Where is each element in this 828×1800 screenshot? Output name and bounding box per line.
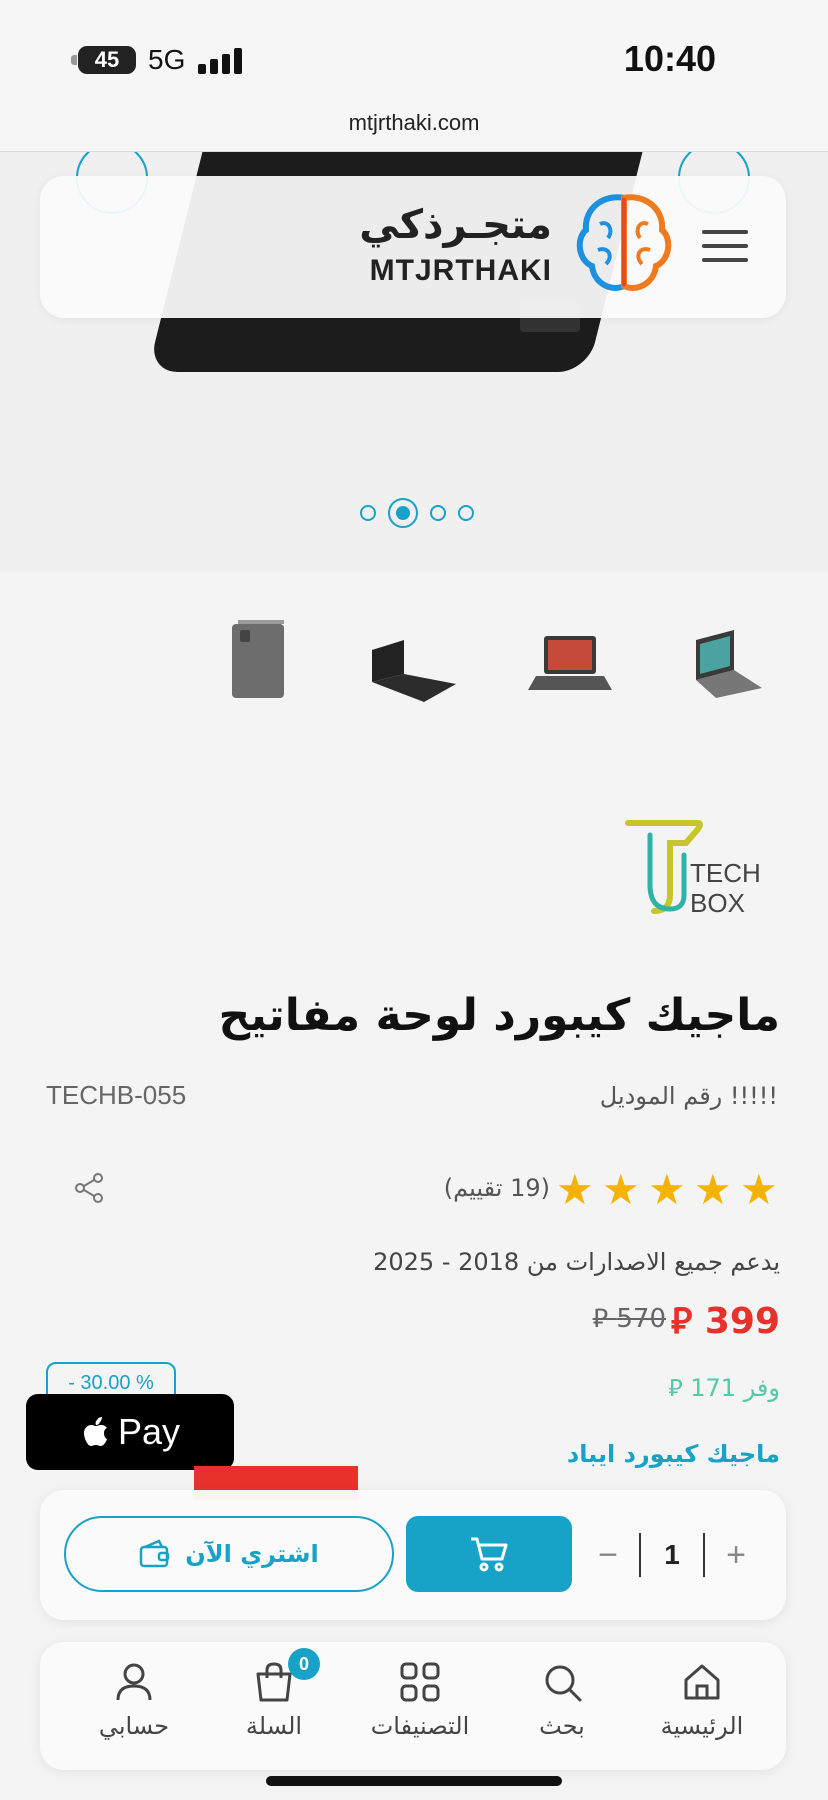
nav-cart[interactable]: 0 السلة	[204, 1648, 344, 1740]
rating-stars[interactable]: ★ ★ ★ ★ ★	[556, 1165, 780, 1214]
quantity-minus-button[interactable]: −	[588, 1536, 628, 1575]
thumbnail-keyboard-ipad-side[interactable]	[676, 610, 776, 710]
battery-indicator: 45	[71, 46, 136, 74]
star-icon: ★	[694, 1165, 732, 1214]
product-title: ماجيك كيبورد لوحة مفاتيح	[218, 990, 781, 1041]
quantity-stepper: − 1 +	[588, 1526, 756, 1584]
signal-icon	[198, 48, 244, 74]
site-header: متجـرذكي MTJRTHAKI	[40, 176, 786, 318]
thumbnail-strip	[0, 600, 828, 720]
brain-logo-icon[interactable]	[574, 190, 674, 300]
apple-icon	[83, 1417, 107, 1446]
logo-text-english[interactable]: MTJRTHAKI	[370, 254, 552, 288]
nav-search-label: بحث	[539, 1712, 585, 1740]
apple-pay-label: Pay	[117, 1411, 181, 1452]
network-type: 5G	[148, 44, 186, 75]
rating-count[interactable]: (19 تقييم)	[444, 1174, 550, 1202]
nav-account[interactable]: حسابي	[64, 1660, 204, 1740]
add-to-cart-button[interactable]	[406, 1516, 572, 1592]
star-icon: ★	[740, 1165, 778, 1214]
buy-now-label: اشتري الآن	[185, 1540, 319, 1568]
model-number-value: TECHB-055	[46, 1080, 187, 1110]
star-icon: ★	[648, 1165, 686, 1214]
nav-home[interactable]: الرئيسية	[632, 1660, 772, 1740]
user-icon	[116, 1663, 152, 1701]
description-title: ماجيك كيبورد ايباد	[566, 1440, 780, 1468]
savings-text: وفر 171 ⃁	[668, 1374, 780, 1402]
nav-categories[interactable]: التصنيفات	[340, 1660, 500, 1740]
quantity-value[interactable]: 1	[652, 1539, 692, 1571]
nav-home-label: الرئيسية	[660, 1712, 744, 1740]
grid-icon	[400, 1662, 440, 1702]
logo-text-arabic[interactable]: متجـرذكي	[359, 202, 552, 248]
menu-icon[interactable]	[702, 230, 748, 262]
slide-dots	[360, 498, 474, 528]
slide-dot[interactable]	[360, 505, 376, 521]
bottom-nav: الرئيسية بحث التصنيفات 0 السلة حسابي	[40, 1642, 786, 1770]
divider	[703, 1533, 705, 1577]
slide-dot-active[interactable]	[388, 498, 418, 528]
divider	[639, 1533, 641, 1577]
address-bar[interactable]: mtjrthaki.com	[0, 96, 828, 152]
nav-cart-label: السلة	[245, 1712, 303, 1740]
thumbnail-folio-case[interactable]	[208, 610, 308, 710]
nav-categories-label: التصنيفات	[370, 1712, 470, 1740]
cart-count-badge: 0	[288, 1648, 320, 1680]
slide-dot[interactable]	[458, 505, 474, 521]
current-price: 399 ⃁	[670, 1301, 780, 1342]
brand-name: TECH BOX	[690, 858, 761, 918]
search-icon	[545, 1665, 582, 1702]
star-icon: ★	[602, 1165, 640, 1214]
share-icon[interactable]	[72, 1170, 108, 1206]
wallet-icon	[140, 1539, 170, 1568]
model-number-label: !!!!! رقم الموديل	[599, 1082, 778, 1110]
url-text: mtjrthaki.com	[348, 110, 480, 135]
thumbnail-keyboard-black[interactable]	[364, 610, 464, 710]
thumbnail-keyboard-ipad-front[interactable]	[520, 610, 620, 710]
compatibility-text: يدعم جميع الاصدارات من 2018 - 2025	[373, 1248, 780, 1276]
original-price: 570 ⃁	[592, 1304, 666, 1334]
clock: 10:40	[623, 38, 716, 79]
cart-icon	[471, 1537, 508, 1572]
purchase-bar: − 1 + اشتري الآن	[40, 1490, 786, 1620]
home-icon	[684, 1664, 720, 1700]
home-indicator	[266, 1776, 562, 1786]
apple-pay-button[interactable]: Pay	[26, 1394, 234, 1470]
nav-search[interactable]: بحث	[492, 1660, 632, 1740]
quantity-plus-button[interactable]: +	[716, 1536, 756, 1575]
nav-account-label: حسابي	[98, 1712, 170, 1740]
buy-now-button[interactable]: اشتري الآن	[64, 1516, 394, 1592]
status-bar: 45 5G 10:40	[0, 0, 828, 100]
star-icon: ★	[556, 1165, 594, 1214]
slide-dot[interactable]	[430, 505, 446, 521]
